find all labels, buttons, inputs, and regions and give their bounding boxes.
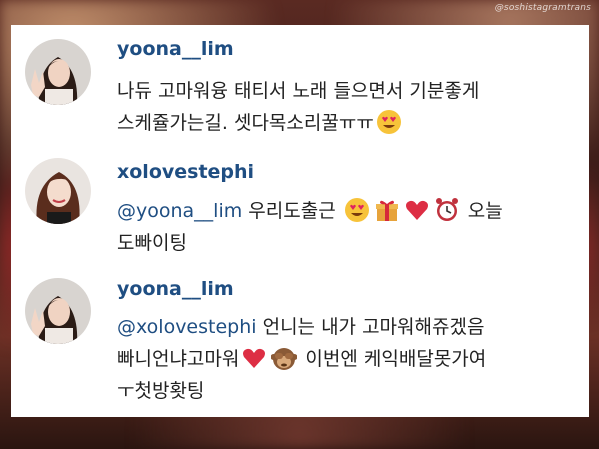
- alarm-clock-emoji: [435, 198, 458, 221]
- comments-card: yoona__lim 나듀 고마워융 태티서 노래 들으면서 기분좋게 스케쥴가…: [11, 25, 589, 417]
- comment-username[interactable]: yoona__lim: [117, 38, 234, 60]
- comment-line: @xolovestephi 언니는 내가 고마워해쥬겠음: [117, 311, 577, 343]
- see-no-evil-monkey-emoji: [271, 348, 298, 370]
- comment-username[interactable]: xolovestephi: [117, 161, 254, 183]
- gift-emoji: [375, 200, 398, 221]
- comment-line-text: 스케쥴가는길. 셋다목소리꿀ㅠㅠ: [117, 112, 374, 134]
- comment-line-text: 오늘: [461, 200, 503, 222]
- comment-line-text: 언니는 내가 고마워해쥬겠음: [256, 316, 485, 338]
- avatar-yoona[interactable]: [25, 39, 91, 105]
- mention-link[interactable]: @yoona__lim: [117, 200, 242, 222]
- comment-line: 나듀 고마워융 태티서 노래 들으면서 기분좋게: [117, 80, 480, 102]
- heart-eyes-emoji: [344, 198, 369, 222]
- comment-text: 나듀 고마워융 태티서 노래 들으면서 기분좋게 스케쥴가는길. 셋다목소리꿀ㅠ…: [117, 75, 577, 139]
- comment-line-text: 빠니언냐고마워: [117, 348, 240, 370]
- comment-username[interactable]: yoona__lim: [117, 278, 234, 300]
- red-heart-emoji: [243, 348, 266, 368]
- comment-line: @yoona__lim 우리도출근 오늘: [117, 195, 577, 227]
- mention-link[interactable]: @xolovestephi: [117, 316, 257, 338]
- comment-line-text: 우리도출근: [242, 200, 342, 222]
- comment-line: 스케쥴가는길. 셋다목소리꿀ㅠㅠ: [117, 107, 577, 139]
- comment-line: 빠니언냐고마워 이번엔 케익배달못가여: [117, 343, 577, 375]
- comment-line: ㅜ첫방홧팅: [117, 380, 205, 402]
- comment-text: @xolovestephi 언니는 내가 고마워해쥬겠음 빠니언냐고마워 이번엔…: [117, 311, 577, 407]
- watermark: @soshistagramtrans: [494, 3, 591, 13]
- avatar-tiffany[interactable]: [25, 158, 91, 224]
- comment-line-text: 이번엔 케익배달못가여: [299, 348, 487, 370]
- red-heart-emoji: [405, 200, 428, 220]
- comment-line: 도빠이팅: [117, 232, 187, 254]
- avatar-yoona[interactable]: [25, 278, 91, 344]
- heart-eyes-emoji: [376, 110, 401, 134]
- comment-text: @yoona__lim 우리도출근 오늘 도빠이팅: [117, 195, 577, 259]
